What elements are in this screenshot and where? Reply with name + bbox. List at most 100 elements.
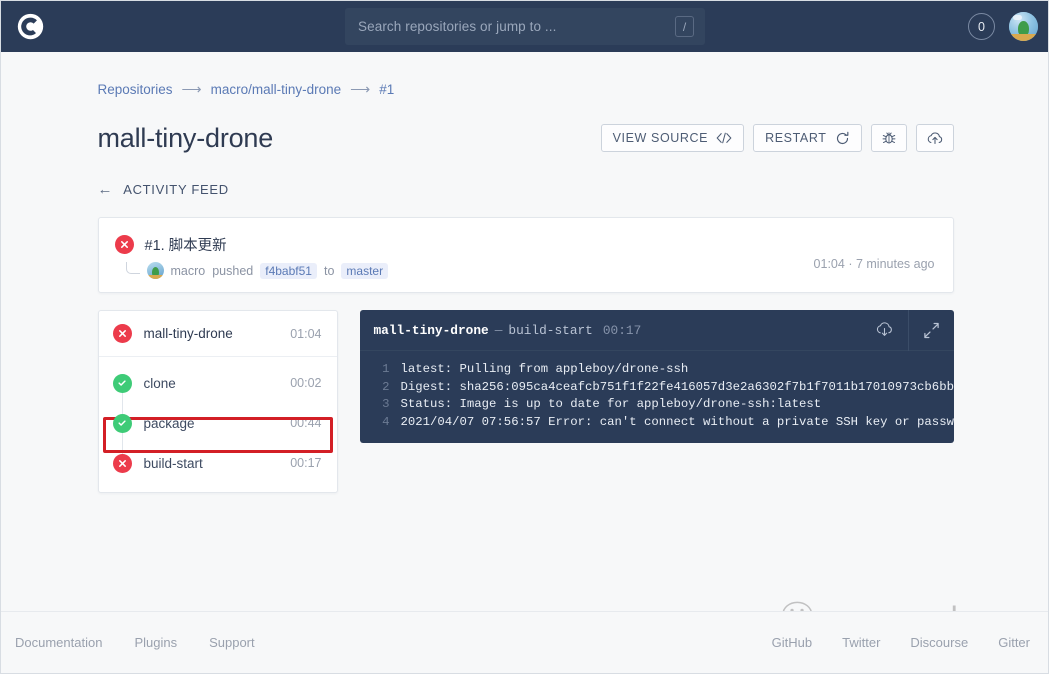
drone-ci-build-page: / 0 Repositories ⟶ macro/mall-tiny-drone… — [0, 0, 1049, 674]
page-footer: Documentation Plugins Support GitHub Twi… — [1, 611, 1049, 673]
log-line-text: Digest: sha256:095ca4ceafcb751f1f22fe416… — [401, 379, 954, 397]
breadcrumb-repositories[interactable]: Repositories — [98, 82, 173, 97]
step-duration: 00:44 — [290, 416, 321, 430]
debug-button[interactable] — [871, 124, 907, 152]
notification-count-badge[interactable]: 0 — [968, 13, 995, 40]
breadcrumb-repo[interactable]: macro/mall-tiny-drone — [211, 82, 342, 97]
log-header-actions — [862, 310, 954, 351]
status-failure-icon — [115, 235, 134, 254]
step-name: build-start — [144, 456, 279, 471]
avatar[interactable] — [1009, 12, 1038, 41]
activity-feed-label: ACTIVITY FEED — [123, 182, 229, 197]
page-title: mall-tiny-drone — [98, 123, 274, 154]
log-line-text: 2021/04/07 07:56:57 Error: can't connect… — [401, 414, 954, 432]
restart-label: RESTART — [765, 131, 826, 145]
top-navigation-bar: / 0 — [1, 1, 1049, 52]
tree-elbow-icon — [126, 262, 140, 274]
search-input[interactable] — [356, 18, 675, 35]
page-content: Repositories ⟶ macro/mall-tiny-drone ⟶ #… — [1, 52, 1049, 613]
log-output: 1 latest: Pulling from appleboy/drone-ss… — [360, 351, 954, 443]
expand-icon[interactable] — [908, 310, 954, 351]
log-line-number: 1 — [370, 361, 390, 379]
step-name: clone — [144, 376, 279, 391]
activity-title: #1. 脚本更新 — [145, 234, 227, 255]
cloud-download-icon[interactable] — [862, 310, 908, 351]
log-panel-header: mall-tiny-drone — build-start 00:17 — [360, 310, 954, 351]
step-duration: 00:02 — [290, 376, 321, 390]
page-header-row: mall-tiny-drone VIEW SOURCE RESTART — [98, 118, 954, 158]
cloud-upload-icon — [926, 131, 944, 146]
log-line-text: Status: Image is up to date for appleboy… — [401, 396, 822, 414]
breadcrumb-separator-icon: ⟶ — [350, 81, 370, 98]
status-success-icon — [113, 374, 132, 393]
steps-pipeline-duration: 01:04 — [290, 327, 321, 341]
breadcrumb: Repositories ⟶ macro/mall-tiny-drone ⟶ #… — [98, 79, 954, 99]
log-line-number: 4 — [370, 414, 390, 432]
footer-link-documentation[interactable]: Documentation — [15, 635, 102, 650]
deploy-button[interactable] — [916, 124, 954, 152]
search-bar[interactable]: / — [345, 8, 705, 45]
activity-feed-back-link[interactable]: ← ACTIVITY FEED — [98, 179, 954, 199]
step-row-clone[interactable]: clone 00:02 — [99, 363, 337, 403]
author-avatar-ground — [147, 275, 164, 279]
log-panel: mall-tiny-drone — build-start 00:17 — [360, 310, 954, 443]
log-line: 2 Digest: sha256:095ca4ceafcb751f1f22fe4… — [360, 379, 954, 397]
status-failure-icon — [113, 324, 132, 343]
log-duration: 00:17 — [603, 323, 641, 338]
activity-branch[interactable]: master — [341, 263, 388, 279]
activity-card[interactable]: #1. 脚本更新 macro pushed f4babf51 to master… — [98, 217, 954, 293]
activity-author: macro — [171, 264, 206, 278]
bug-icon — [881, 130, 897, 146]
activity-time: 01:04 — [814, 257, 845, 271]
view-source-label: VIEW SOURCE — [613, 131, 709, 145]
log-line-number: 2 — [370, 379, 390, 397]
step-row-package[interactable]: package 00:44 — [99, 403, 337, 443]
steps-panel: mall-tiny-drone 01:04 clone — [98, 310, 338, 493]
avatar-cloud — [1013, 15, 1022, 20]
footer-link-github[interactable]: GitHub — [772, 635, 812, 650]
footer-links-left: Documentation Plugins Support — [15, 635, 255, 650]
code-brackets-icon — [716, 132, 732, 144]
avatar-ground — [1009, 34, 1038, 41]
step-row-build-start[interactable]: build-start 00:17 — [99, 443, 337, 483]
status-failure-icon — [113, 454, 132, 473]
steps-panel-header[interactable]: mall-tiny-drone 01:04 — [99, 311, 337, 357]
status-success-icon — [113, 414, 132, 433]
header-actions: VIEW SOURCE RESTART — [601, 124, 954, 152]
activity-commit-sha[interactable]: f4babf51 — [260, 263, 317, 279]
author-avatar — [147, 262, 164, 279]
footer-link-plugins[interactable]: Plugins — [134, 635, 177, 650]
log-header-dash: — — [495, 323, 503, 338]
step-duration: 00:17 — [290, 456, 321, 470]
restart-icon — [835, 131, 850, 146]
drone-logo-icon[interactable] — [1, 1, 59, 52]
arrow-left-icon: ← — [98, 182, 114, 197]
footer-links-right: GitHub Twitter Discourse Gitter — [772, 635, 1030, 650]
build-detail-section: mall-tiny-drone 01:04 clone — [98, 310, 954, 493]
footer-link-support[interactable]: Support — [209, 635, 255, 650]
breadcrumb-separator-icon: ⟶ — [182, 81, 202, 98]
activity-header: #1. 脚本更新 — [115, 234, 935, 255]
activity-action: pushed — [212, 264, 253, 278]
activity-timestamp: 01:04 · 7 minutes ago — [814, 257, 935, 271]
steps-pipeline-name: mall-tiny-drone — [144, 326, 279, 341]
step-name: package — [144, 416, 279, 431]
log-line-number: 3 — [370, 396, 390, 414]
footer-link-discourse[interactable]: Discourse — [910, 635, 968, 650]
restart-button[interactable]: RESTART — [753, 124, 861, 152]
view-source-button[interactable]: VIEW SOURCE — [601, 124, 745, 152]
activity-relative-time: 7 minutes ago — [856, 257, 935, 271]
search-shortcut-key: / — [675, 16, 694, 37]
activity-to-word: to — [324, 264, 334, 278]
log-line-text: latest: Pulling from appleboy/drone-ssh — [401, 361, 689, 379]
footer-link-twitter[interactable]: Twitter — [842, 635, 880, 650]
step-list: clone 00:02 package 00:44 — [99, 357, 337, 483]
activity-time-separator: · — [848, 257, 852, 271]
log-line: 3 Status: Image is up to date for appleb… — [360, 396, 954, 414]
footer-link-gitter[interactable]: Gitter — [998, 635, 1030, 650]
breadcrumb-build-number[interactable]: #1 — [379, 82, 394, 97]
log-stage-name: build-start — [508, 323, 592, 338]
log-repo-name: mall-tiny-drone — [374, 323, 489, 338]
activity-subtitle: macro pushed f4babf51 to master — [115, 262, 935, 279]
log-line: 1 latest: Pulling from appleboy/drone-ss… — [360, 361, 954, 379]
